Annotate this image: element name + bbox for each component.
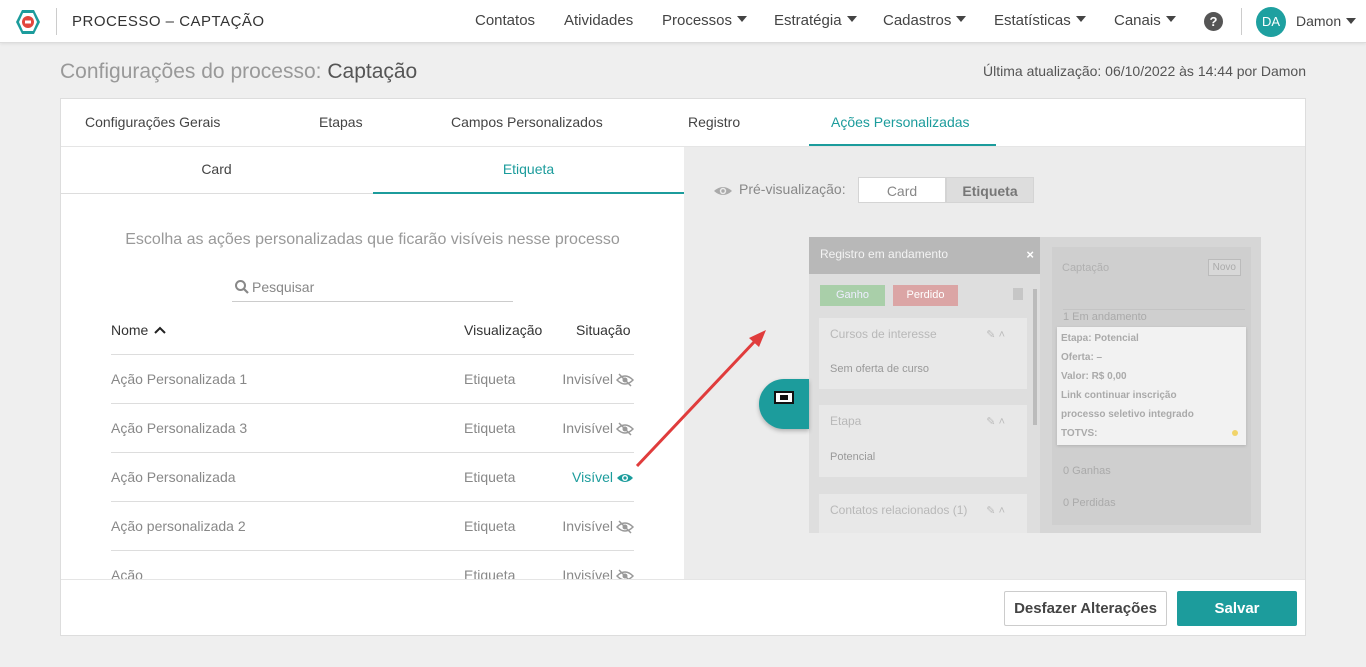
- logo-icon[interactable]: [15, 9, 41, 35]
- visibility-toggle[interactable]: Invisível: [562, 567, 635, 579]
- chevron-down-icon: [1346, 18, 1357, 24]
- visibility-toggle[interactable]: Invisível: [562, 518, 635, 534]
- chevron-down-icon: [846, 16, 857, 22]
- table-row: Ação Etiqueta Invisível: [111, 551, 635, 579]
- subtabs: Card Etiqueta: [61, 147, 684, 194]
- column-header-status: Situação: [576, 322, 631, 338]
- page-title: Configurações do processo: Captação: [60, 60, 418, 83]
- chevron-down-icon: [1165, 16, 1176, 22]
- mock-scrollbar: [1033, 289, 1037, 425]
- nav-contatos[interactable]: Contatos: [475, 12, 535, 29]
- subtab-etiqueta[interactable]: Etiqueta: [373, 161, 684, 177]
- pencil-icon: ✎ ˄: [986, 416, 1005, 428]
- action-name: Ação Personalizada 1: [111, 371, 248, 387]
- search-field: [232, 275, 513, 302]
- app-title: PROCESSO – CAPTAÇÃO: [72, 13, 265, 30]
- nav-estrategia[interactable]: Estratégia: [774, 12, 857, 29]
- nav-processos[interactable]: Processos: [662, 12, 748, 29]
- column-header-visualization: Visualização: [464, 322, 543, 338]
- visibility-toggle[interactable]: Visível: [572, 469, 634, 485]
- visibility-toggle[interactable]: Invisível: [562, 371, 635, 387]
- star-icon: [1232, 430, 1238, 436]
- table-row: Ação Personalizada 3 Etiqueta Invisível: [111, 404, 635, 453]
- close-icon: ×: [1026, 247, 1034, 262]
- eye-off-icon: [615, 422, 635, 436]
- instruction-text: Escolha as ações personalizadas que fica…: [125, 231, 620, 248]
- table-row: Ação Personalizada 1 Etiqueta Invisível: [111, 355, 635, 404]
- action-name: Ação Personalizada: [111, 469, 236, 485]
- nav-divider: [56, 8, 57, 35]
- tab-registro[interactable]: Registro: [688, 114, 740, 130]
- tab-campos-personalizados[interactable]: Campos Personalizados: [451, 114, 603, 130]
- mock-record-panel: Registro em andamento × Ganho Perdido Cur…: [809, 237, 1040, 533]
- settings-card: Configurações Gerais Etapas Campos Perso…: [60, 98, 1306, 636]
- eye-off-icon: [615, 569, 635, 579]
- mock-lost-button: Perdido: [893, 285, 958, 306]
- nav-cadastros[interactable]: Cadastros: [883, 12, 967, 29]
- nav-divider: [1241, 8, 1242, 35]
- mock-box: Etapa ✎ ˄ Potencial: [819, 405, 1027, 477]
- chevron-down-icon: [737, 16, 748, 22]
- mock-box: Contatos relacionados (1) ✎ ˄: [819, 494, 1027, 533]
- search-icon: [235, 280, 249, 294]
- preview-option-card[interactable]: Card: [858, 177, 946, 203]
- pencil-icon: ✎ ˄: [986, 329, 1005, 341]
- help-icon[interactable]: ?: [1204, 12, 1223, 31]
- mock-kanban-column: Captação Novo 1 Em andamento Etapa: Pote…: [1052, 247, 1251, 525]
- save-button[interactable]: Salvar: [1177, 591, 1297, 626]
- custom-action-tab-button[interactable]: [759, 379, 809, 429]
- mock-box: Cursos de interesse ✎ ˄ Sem oferta de cur…: [819, 318, 1027, 389]
- mock-tag-card: Etapa: Potencial Oferta: – Valor: R$ 0,0…: [1057, 327, 1246, 445]
- mock-won-button: Ganho: [820, 285, 885, 306]
- action-view: Etiqueta: [464, 518, 516, 534]
- preview-label: Pré-visualização:: [713, 181, 846, 198]
- settings-tabs: Configurações Gerais Etapas Campos Perso…: [61, 99, 1305, 147]
- chevron-down-icon: [956, 16, 967, 22]
- last-update-text: Última atualização: 06/10/2022 às 14:44 …: [983, 63, 1306, 79]
- visibility-toggle[interactable]: Invisível: [562, 420, 635, 436]
- eye-off-icon: [615, 373, 635, 387]
- column-header-name[interactable]: Nome: [111, 322, 166, 338]
- eye-icon: [617, 474, 633, 482]
- id-card-icon: [774, 391, 794, 404]
- action-name: Ação Personalizada 3: [111, 420, 248, 436]
- tab-acoes-personalizadas[interactable]: Ações Personalizadas: [831, 114, 970, 130]
- search-input[interactable]: [252, 277, 507, 297]
- active-subtab-indicator: [373, 192, 684, 194]
- nav-estatisticas[interactable]: Estatísticas: [994, 12, 1086, 29]
- action-view: Etiqueta: [464, 371, 516, 387]
- table-row: Ação Personalizada Etiqueta Visível: [111, 453, 634, 502]
- nav-canais[interactable]: Canais: [1114, 12, 1176, 29]
- avatar[interactable]: DA: [1256, 7, 1286, 37]
- action-view: Etiqueta: [464, 567, 516, 579]
- user-menu[interactable]: Damon: [1296, 13, 1357, 29]
- eye-icon: [714, 187, 732, 195]
- eye-off-icon: [615, 520, 635, 534]
- trash-icon: [1013, 288, 1023, 300]
- tab-etapas[interactable]: Etapas: [319, 114, 363, 130]
- chevron-down-icon: [1075, 16, 1086, 22]
- actions-list-panel: Card Etiqueta Escolha as ações personali…: [61, 147, 684, 579]
- tab-configuracoes-gerais[interactable]: Configurações Gerais: [85, 114, 220, 130]
- preview-panel: Pré-visualização: Card Etiqueta Registro…: [684, 147, 1305, 579]
- top-navbar: PROCESSO – CAPTAÇÃO Contatos Atividades …: [0, 0, 1366, 43]
- nav-atividades[interactable]: Atividades: [564, 12, 633, 29]
- process-name: Captação: [327, 60, 418, 83]
- subtab-card[interactable]: Card: [61, 161, 372, 177]
- action-view: Etiqueta: [464, 469, 516, 485]
- preview-mockup: Registro em andamento × Ganho Perdido Cur…: [809, 237, 1261, 533]
- mock-new-button: Novo: [1207, 259, 1241, 276]
- mock-section: 1 Em andamento: [1063, 309, 1245, 327]
- sort-asc-icon: [154, 326, 166, 334]
- action-view: Etiqueta: [464, 420, 516, 436]
- mock-header: Registro em andamento ×: [809, 237, 1040, 274]
- table-row: Ação personalizada 2 Etiqueta Invisível: [111, 502, 635, 551]
- action-name: Ação personalizada 2: [111, 518, 246, 534]
- preview-option-etiqueta[interactable]: Etiqueta: [946, 177, 1034, 203]
- pencil-icon: ✎ ˄: [986, 505, 1005, 517]
- undo-changes-button[interactable]: Desfazer Alterações: [1004, 591, 1167, 626]
- action-name: Ação: [111, 567, 143, 579]
- footer-actions: Desfazer Alterações Salvar: [61, 579, 1305, 635]
- active-tab-indicator: [809, 144, 996, 146]
